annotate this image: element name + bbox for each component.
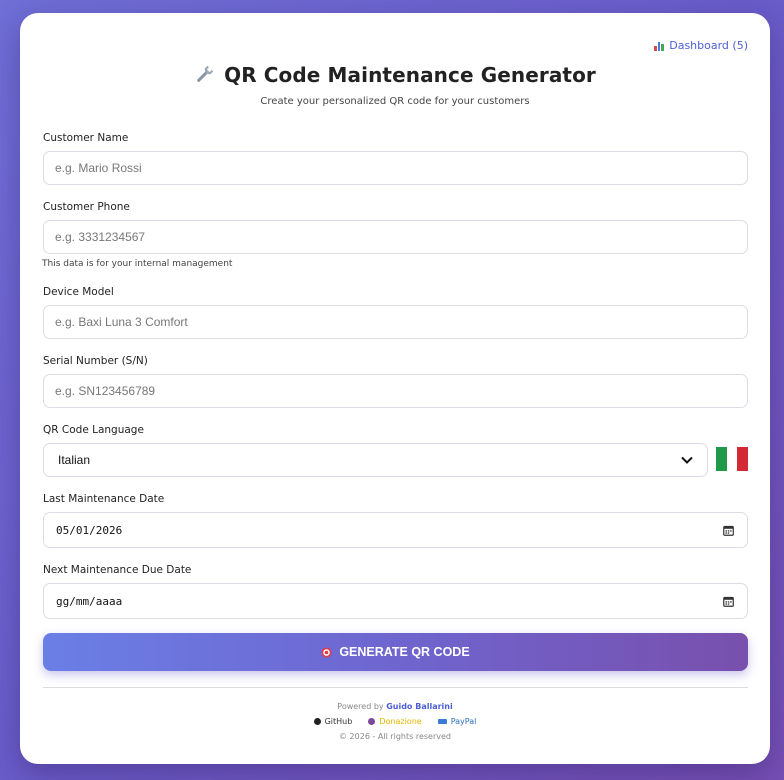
serial-number-label: Serial Number (S/N) xyxy=(43,355,148,367)
dashboard-link[interactable]: Dashboard (5) xyxy=(654,39,748,52)
footer-divider xyxy=(43,687,748,688)
phone-hint: This data is for your internal managemen… xyxy=(42,259,233,269)
paypal-link[interactable]: PayPal xyxy=(437,717,477,726)
target-icon xyxy=(321,647,332,657)
last-maintenance-date-input[interactable]: 05/01/2026 xyxy=(43,512,748,548)
device-model-label: Device Model xyxy=(43,286,114,298)
dashboard-link-label: Dashboard (5) xyxy=(669,39,748,52)
customer-phone-label: Customer Phone xyxy=(43,201,130,213)
wrench-icon xyxy=(197,65,214,82)
last-maintenance-label: Last Maintenance Date xyxy=(43,493,165,505)
footer-links: GitHub Donazione PayPal xyxy=(20,717,770,726)
github-link-label: GitHub xyxy=(324,717,353,726)
customer-name-input[interactable] xyxy=(43,151,748,185)
serial-number-input[interactable] xyxy=(43,374,748,408)
language-select[interactable]: Italian xyxy=(43,443,708,477)
credit-card-icon xyxy=(437,719,447,724)
title-row: QR Code Maintenance Generator xyxy=(20,63,770,87)
donation-icon xyxy=(368,718,376,725)
device-model-input[interactable] xyxy=(43,305,748,339)
customer-phone-input[interactable] xyxy=(43,220,748,254)
calendar-icon[interactable] xyxy=(723,596,734,607)
italy-flag-icon xyxy=(716,447,749,471)
paypal-link-label: PayPal xyxy=(450,717,477,726)
customer-name-label: Customer Name xyxy=(43,132,129,144)
powered-by-line: Powered by Guido Ballarini xyxy=(20,702,770,711)
generate-qr-button-label: GENERATE QR CODE xyxy=(339,645,470,659)
copyright: © 2026 - All rights reserved xyxy=(339,732,451,741)
bar-chart-icon xyxy=(654,41,664,51)
next-maintenance-date-input[interactable]: gg/mm/aaaa xyxy=(43,583,748,619)
author-link[interactable]: Guido Ballarini xyxy=(386,702,453,711)
powered-by-text: Powered by xyxy=(337,702,384,711)
last-maintenance-value: 05/01/2026 xyxy=(56,523,123,537)
main-card: Dashboard (5) QR Code Maintenance Genera… xyxy=(20,13,770,764)
chevron-down-icon xyxy=(681,456,693,464)
language-label: QR Code Language xyxy=(43,424,144,436)
language-selected-value: Italian xyxy=(58,453,91,467)
next-maintenance-value: gg/mm/aaaa xyxy=(56,594,123,608)
page-title: QR Code Maintenance Generator xyxy=(224,63,596,87)
calendar-icon[interactable] xyxy=(723,525,734,536)
generate-qr-button[interactable]: GENERATE QR CODE xyxy=(43,633,748,671)
github-link[interactable]: GitHub xyxy=(313,717,353,726)
page-subtitle: Create your personalized QR code for you… xyxy=(260,96,530,107)
donation-link-label: Donazione xyxy=(379,717,422,726)
donation-link[interactable]: Donazione xyxy=(368,717,422,726)
github-icon xyxy=(313,718,321,725)
next-maintenance-label: Next Maintenance Due Date xyxy=(43,564,192,576)
